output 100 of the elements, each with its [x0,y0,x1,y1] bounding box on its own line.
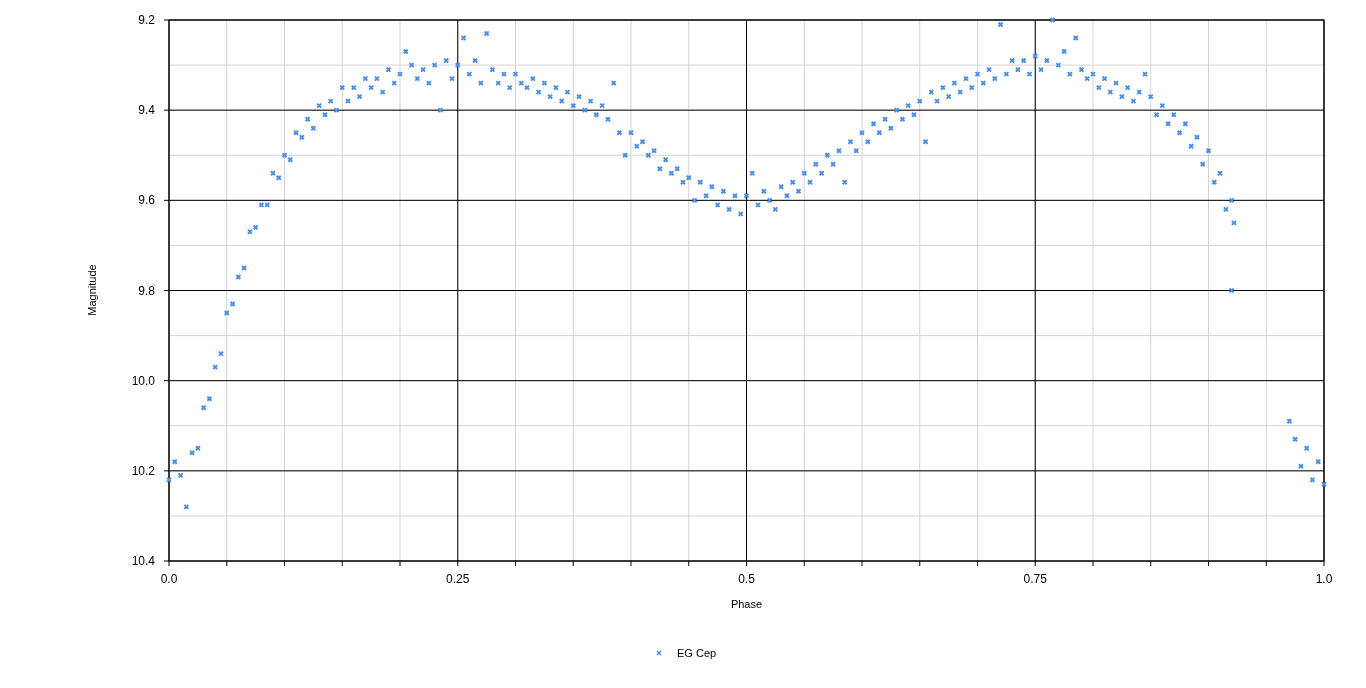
data-point [870,120,877,127]
data-point [962,75,969,82]
data-point [1205,147,1212,154]
x-tick-label: 0.75 [1023,572,1047,586]
data-point [835,147,842,154]
data-point [628,129,634,136]
data-point [928,89,935,96]
data-point [1170,111,1177,118]
data-point [911,111,917,118]
data-point [1095,84,1102,91]
data-point [807,179,814,186]
data-point [656,165,663,172]
data-point [373,75,380,82]
x-tick-label: 0.5 [738,572,755,586]
data-point [171,458,178,465]
data-point [1101,75,1108,82]
data-point [310,125,317,132]
data-point [968,84,975,91]
data-point [241,264,248,271]
data-point [957,89,964,96]
data-point [922,138,929,145]
data-point [316,102,323,109]
data-point [951,80,958,87]
data-point [229,301,236,308]
data-point [489,66,496,73]
data-point [379,89,386,96]
x-tick-label: 1.0 [1315,572,1333,586]
data-point [431,62,438,69]
data-point [166,476,172,483]
data-point [391,80,398,87]
data-point [720,188,727,195]
data-point [1107,89,1114,96]
data-point [512,71,519,78]
data-point [1020,57,1027,64]
data-point [327,98,334,105]
data-point [599,102,606,109]
data-point [1061,48,1068,55]
data-point [356,93,363,100]
data-point [916,98,923,105]
data-point [1165,120,1172,127]
y-axis-title: Magnitude [86,264,98,316]
data-point [235,273,242,280]
data-point [506,84,513,91]
data-point [1130,98,1137,105]
data-point [905,102,912,109]
data-point [697,179,704,186]
data-point [350,84,357,91]
data-point [1136,89,1143,96]
data-point [368,84,375,91]
x-axis-title: Phase [730,598,763,610]
data-point [997,21,1004,28]
data-point [766,197,773,204]
data-point [1217,170,1224,177]
data-point [893,107,900,114]
data-point [570,102,577,109]
data-point [1321,481,1327,488]
data-point [1315,458,1322,465]
data-point [818,170,825,177]
data-point [662,156,669,163]
data-point [887,125,894,132]
data-point [558,98,565,105]
data-point [1113,80,1120,87]
data-point [801,170,808,177]
legend-label: EG Cep [677,647,717,659]
data-point [622,152,629,159]
data-point [1292,436,1299,443]
data-point [841,179,848,186]
data-point [899,116,906,123]
data-point [1078,66,1085,73]
data-point [616,129,623,136]
data-point [1043,57,1050,64]
data-point [1230,219,1237,226]
data-point [1199,161,1206,168]
data-point [587,98,594,105]
data-point [472,57,479,64]
data-point [345,98,352,105]
data-point [304,116,311,123]
data-point [552,84,559,91]
y-tick-label: 9.8 [138,283,155,298]
data-point [783,192,790,199]
data-point [939,84,946,91]
data-point [1055,62,1062,69]
data-point [795,188,802,195]
data-point [1118,93,1125,100]
data-point [864,138,871,145]
data-point [529,75,536,82]
data-point [708,183,715,190]
data-point [1297,463,1304,470]
y-tick-label: 10.0 [131,373,155,388]
y-tick-label: 9.6 [138,193,155,208]
data-point [1286,418,1293,425]
data-point [414,75,421,82]
data-point [760,188,767,195]
data-point [991,75,998,82]
data-point [1182,120,1189,127]
data-point [1038,66,1045,73]
data-point [789,179,796,186]
data-point [1176,129,1183,136]
data-point [564,89,571,96]
y-tick-label: 9.2 [138,13,155,27]
